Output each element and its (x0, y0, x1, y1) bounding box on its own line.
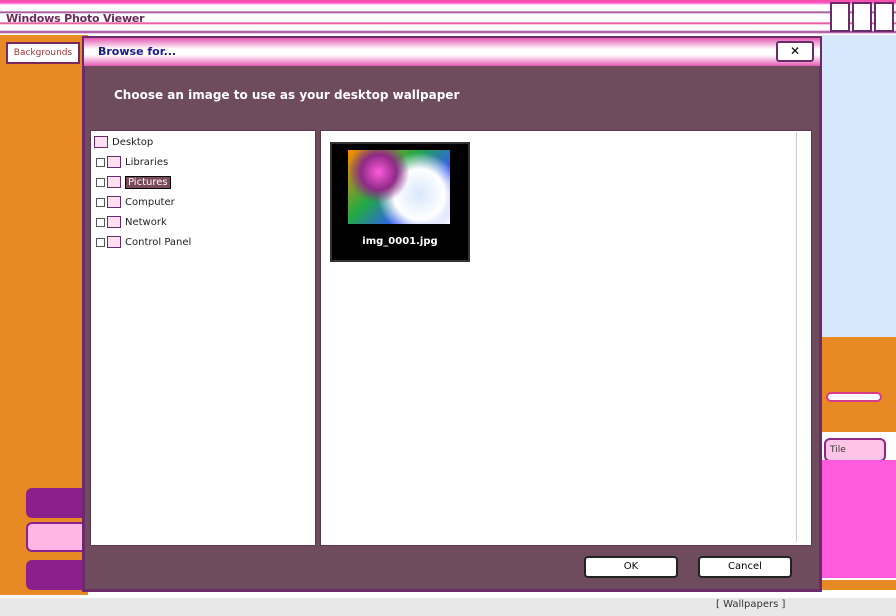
window-controls (830, 2, 896, 32)
expand-icon[interactable] (96, 237, 105, 247)
tree-item-network[interactable]: Network (96, 216, 167, 230)
tab-backgrounds[interactable]: Backgrounds (6, 42, 80, 64)
expand-icon[interactable] (96, 217, 105, 227)
right-bottom-bar (822, 580, 896, 590)
close-button[interactable] (874, 2, 894, 32)
expand-icon[interactable] (96, 177, 105, 187)
right-orange-panel (822, 337, 896, 432)
status-text: [ Wallpapers ] (716, 599, 786, 610)
folder-icon (107, 176, 121, 188)
scrollbar[interactable] (796, 132, 811, 542)
minimize-button[interactable] (830, 2, 850, 32)
cancel-button[interactable]: Cancel (698, 556, 792, 578)
tile-option[interactable]: Tile (824, 438, 886, 462)
tree-item-libraries[interactable]: Libraries (96, 156, 168, 170)
position-slider[interactable] (826, 392, 882, 402)
folder-tree[interactable] (90, 130, 316, 546)
dialog-instruction: Choose an image to use as your desktop w… (114, 88, 460, 102)
tree-item-computer[interactable]: Computer (96, 196, 175, 210)
library-icon (107, 156, 121, 168)
tree-item-control-panel[interactable]: Control Panel (96, 236, 191, 250)
thumbnail-image (348, 150, 450, 224)
ok-button[interactable]: OK (584, 556, 678, 578)
computer-icon (107, 196, 121, 208)
right-color-panel (822, 460, 896, 578)
desktop-icon (94, 136, 108, 148)
window-title: Windows Photo Viewer (6, 12, 145, 25)
left-action-button-3[interactable] (26, 560, 84, 590)
tree-item-pictures[interactable]: Pictures (96, 176, 171, 190)
tree-item-desktop[interactable]: Desktop (94, 136, 153, 150)
dialog-close-button[interactable]: ✕ (776, 41, 814, 62)
network-icon (107, 216, 121, 228)
preview-area (822, 35, 896, 337)
left-action-button-2[interactable] (26, 522, 84, 552)
expand-icon[interactable] (96, 157, 105, 167)
maximize-button[interactable] (852, 2, 872, 32)
dialog-title: Browse for... (98, 45, 177, 58)
control-panel-icon (107, 236, 121, 248)
thumbnail-label: img_0001.jpg (362, 236, 438, 247)
dialog-title-bar (84, 38, 820, 66)
expand-icon[interactable] (96, 197, 105, 207)
resize-grip-icon[interactable] (808, 574, 818, 584)
left-action-button-1[interactable] (26, 488, 84, 518)
